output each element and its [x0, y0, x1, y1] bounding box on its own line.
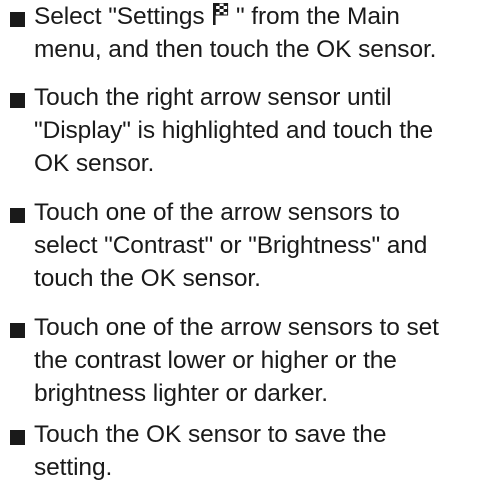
bullet-square-icon	[10, 12, 25, 27]
settings-flag-icon	[213, 3, 229, 25]
bullet-square-icon	[10, 93, 25, 108]
step-line: "Display" is highlighted and touch the	[34, 117, 434, 144]
step-line: touch the OK sensor.	[34, 265, 261, 292]
step-line-part: Select "Settings	[34, 3, 212, 30]
step-line-part: " from the Main	[229, 3, 400, 30]
step-text: Select "Settings " from the Main menu, a…	[34, 0, 494, 66]
step-text: Touch one of the arrow sensors to set th…	[34, 311, 494, 410]
step-line: OK sensor.	[34, 150, 155, 177]
step-line: Touch one of the arrow sensors to set	[34, 314, 439, 341]
step-text: Touch one of the arrow sensors to select…	[34, 196, 494, 295]
step-line: the contrast lower or higher or the	[34, 347, 397, 374]
step-text: Touch the OK sensor to save the setting.	[34, 418, 494, 484]
bullet-square-icon	[10, 430, 25, 445]
step-line: brightness lighter or darker.	[34, 380, 328, 407]
step-line: select "Contrast" or "Brightness" and	[34, 232, 428, 259]
step-text: Touch the right arrow sensor until "Disp…	[34, 81, 494, 180]
bullet-square-icon	[10, 323, 25, 338]
step-line: Touch one of the arrow sensors to	[34, 199, 400, 226]
bullet-square-icon	[10, 208, 25, 223]
step-line: Touch the OK sensor to save the	[34, 421, 387, 448]
step-line: Touch the right arrow sensor until	[34, 84, 392, 111]
step-line: Select "Settings " from the Main	[34, 0, 494, 33]
step-line: menu, and then touch the OK sensor.	[34, 36, 437, 63]
step-line: setting.	[34, 454, 113, 481]
